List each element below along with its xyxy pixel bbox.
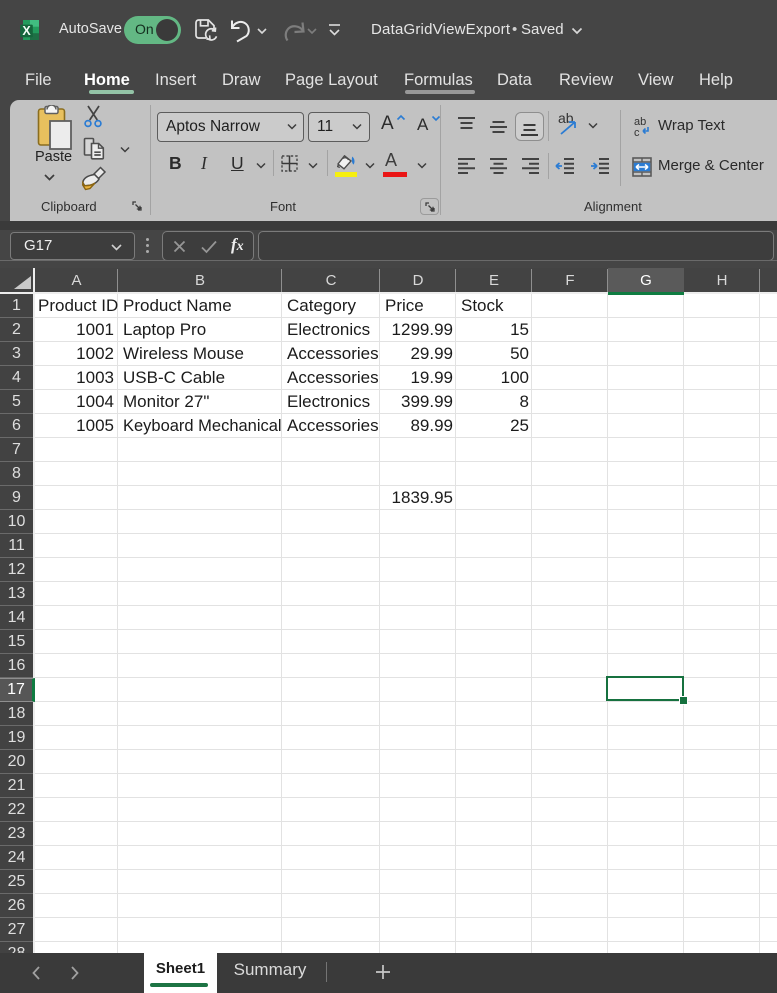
svg-text:X: X <box>22 24 31 38</box>
svg-text:c: c <box>634 127 640 138</box>
